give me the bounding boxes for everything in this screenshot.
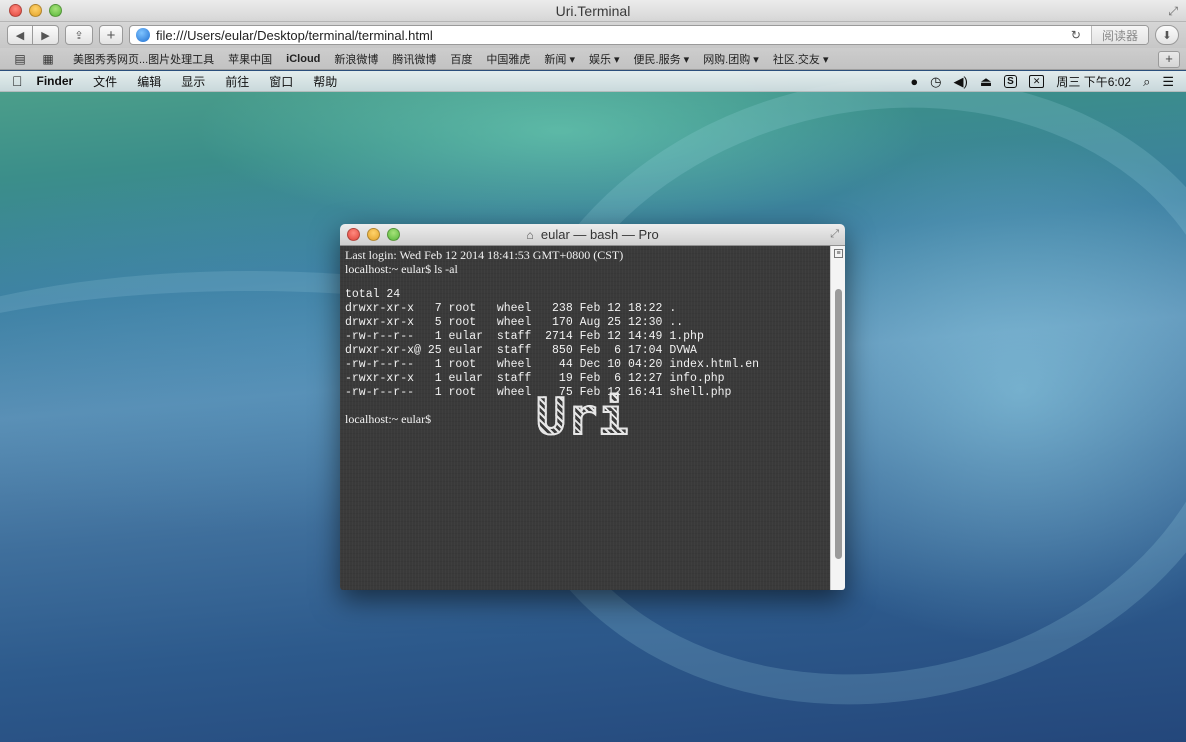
volume-icon[interactable]: ◀) xyxy=(954,74,968,90)
command-line: localhost:~ eular$ ls -al xyxy=(345,262,458,276)
battery-icon[interactable]: ✕ xyxy=(1028,75,1045,88)
back-icon: ◀ xyxy=(15,29,25,42)
bookmark-folder[interactable]: 社区.交友 ▾ xyxy=(766,51,836,67)
time-machine-icon[interactable]: ◷ xyxy=(930,74,941,90)
new-tab-button[interactable]: + xyxy=(1158,51,1180,68)
back-button[interactable]: ◀ xyxy=(7,25,33,45)
listing-row: drwxr-xr-x 5 root wheel 170 Aug 25 12:30… xyxy=(345,316,684,329)
terminal-zoom-button[interactable] xyxy=(387,228,400,241)
share-button[interactable]: ⇪ xyxy=(65,25,93,45)
bookmark-folder[interactable]: 便民.服务 ▾ xyxy=(627,51,697,67)
browser-toolbar: ◀ ▶ ⇪ + file:///Users/eular/Desktop/term… xyxy=(0,22,1186,48)
reading-list-icon[interactable]: ▤ xyxy=(10,52,30,66)
notification-list-icon[interactable]: ☰ xyxy=(1162,74,1174,90)
menu-file[interactable]: 文件 xyxy=(93,73,117,90)
minimize-button[interactable] xyxy=(29,4,42,17)
bookmark-folder[interactable]: 娱乐 ▾ xyxy=(582,51,627,67)
close-button[interactable] xyxy=(9,4,22,17)
scroll-top-icon[interactable]: ≡ xyxy=(834,249,843,258)
bookmark-item[interactable]: 百度 xyxy=(443,51,479,67)
listing-row: -rw-r--r-- 1 eular staff 2714 Feb 12 14:… xyxy=(345,330,704,343)
window-title: Uri.Terminal xyxy=(555,3,631,19)
bookmarks-bar: ▤ ▦ 美图秀秀网页...图片处理工具 苹果中国 iCloud 新浪微博 腾讯微… xyxy=(0,48,1186,70)
bookmark-item[interactable]: 中国雅虎 xyxy=(479,51,537,67)
terminal-scrollbar[interactable]: ≡ xyxy=(830,246,845,590)
last-login-line: Last login: Wed Feb 12 2014 18:41:53 GMT… xyxy=(345,248,624,262)
browser-titlebar: Uri.Terminal ⤢ xyxy=(0,0,1186,22)
terminal-titlebar[interactable]: ⌂ eular — bash — Pro ⤢ xyxy=(340,224,845,246)
menu-edit[interactable]: 编辑 xyxy=(137,73,161,90)
resize-icon[interactable]: ⤢ xyxy=(830,228,839,241)
page-content-desktop:  Finder 文件 编辑 显示 前往 窗口 帮助 ● ◷ ◀) ⏏ S ✕ … xyxy=(0,71,1186,742)
terminal-title: eular — bash — Pro xyxy=(540,227,659,242)
menubar-status: ● ◷ ◀) ⏏ S ✕ 周三 下午6:02 ⌕ ☰ xyxy=(910,71,1174,92)
fullscreen-icon[interactable]: ⤢ xyxy=(1168,4,1178,19)
terminal-window: ⌂ eular — bash — Pro ⤢ Last login: Wed F… xyxy=(340,224,845,590)
menu-window[interactable]: 窗口 xyxy=(269,73,293,90)
spotlight-icon[interactable]: ⌕ xyxy=(1143,74,1150,90)
mac-menubar:  Finder 文件 编辑 显示 前往 窗口 帮助 ● ◷ ◀) ⏏ S ✕ … xyxy=(0,71,1186,92)
home-icon: ⌂ xyxy=(526,228,534,242)
apple-icon[interactable]:  xyxy=(12,73,23,89)
menu-help[interactable]: 帮助 xyxy=(313,73,337,90)
address-bar[interactable]: file:///Users/eular/Desktop/terminal/ter… xyxy=(129,25,1149,45)
address-text[interactable]: file:///Users/eular/Desktop/terminal/ter… xyxy=(156,28,1065,43)
terminal-minimize-button[interactable] xyxy=(367,228,380,241)
share-icon: ⇪ xyxy=(74,29,84,42)
bookmark-item[interactable]: iCloud xyxy=(279,53,327,65)
downloads-button[interactable]: ⬇ xyxy=(1155,25,1179,45)
bookmark-item[interactable]: 苹果中国 xyxy=(221,51,279,67)
nav-buttons: ◀ ▶ xyxy=(7,25,59,45)
reader-button[interactable]: 阅读器 xyxy=(1090,26,1148,44)
window-controls xyxy=(9,4,62,17)
download-icon: ⬇ xyxy=(1162,29,1172,42)
bookmark-folder[interactable]: 新闻 ▾ xyxy=(537,51,582,67)
menu-go[interactable]: 前往 xyxy=(225,73,249,90)
globe-icon xyxy=(136,28,150,42)
reload-icon[interactable]: ↻ xyxy=(1071,28,1081,42)
bookmark-folder[interactable]: 网购.团购 ▾ xyxy=(696,51,766,67)
forward-icon: ▶ xyxy=(41,29,50,42)
s-app-icon[interactable]: S xyxy=(1004,75,1017,88)
forward-button[interactable]: ▶ xyxy=(33,25,59,45)
eject-icon[interactable]: ⏏ xyxy=(980,74,992,90)
top-sites-icon[interactable]: ▦ xyxy=(38,52,58,66)
menu-app-finder[interactable]: Finder xyxy=(37,74,74,88)
terminal-window-controls xyxy=(347,228,400,241)
zoom-button[interactable] xyxy=(49,4,62,17)
scroll-thumb[interactable] xyxy=(835,289,842,559)
listing-row: drwxr-xr-x@ 25 eular staff 850 Feb 6 17:… xyxy=(345,344,697,357)
bookmark-item[interactable]: 美图秀秀网页...图片处理工具 xyxy=(66,51,221,67)
bookmark-item[interactable]: 新浪微博 xyxy=(327,51,385,67)
listing-row: drwxr-xr-x 7 root wheel 238 Feb 12 18:22… xyxy=(345,302,677,315)
listing-row: -rw-r--r-- 1 root wheel 44 Dec 10 04:20 … xyxy=(345,358,760,371)
bookmark-item[interactable]: 腾讯微博 xyxy=(385,51,443,67)
add-bookmark-button[interactable]: + xyxy=(99,25,123,45)
listing-row: -rwxr-xr-x 1 eular staff 19 Feb 6 12:27 … xyxy=(345,372,725,385)
terminal-output[interactable]: Last login: Wed Feb 12 2014 18:41:53 GMT… xyxy=(340,246,830,590)
menu-view[interactable]: 显示 xyxy=(181,73,205,90)
qq-icon[interactable]: ● xyxy=(910,74,918,89)
terminal-close-button[interactable] xyxy=(347,228,360,241)
uri-logo: Uri xyxy=(535,387,630,447)
output-line: total 24 xyxy=(345,288,401,301)
clock[interactable]: 周三 下午6:02 xyxy=(1056,73,1131,90)
